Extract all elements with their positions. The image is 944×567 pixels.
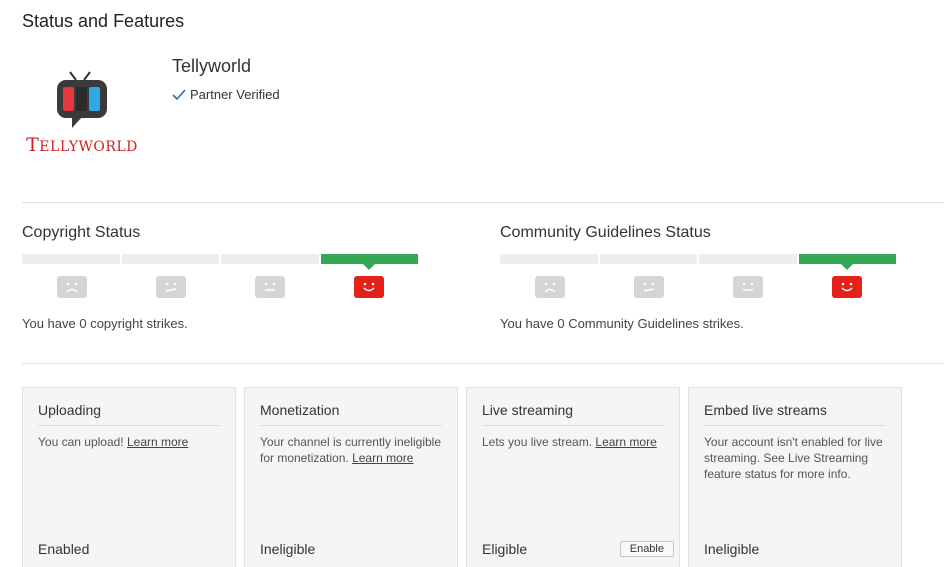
copyright-status-title: Copyright Status — [22, 224, 141, 241]
community-faces — [500, 276, 896, 298]
learn-more-link[interactable]: Learn more — [352, 451, 413, 465]
feature-card-uploading: Uploading You can upload! Learn more Ena… — [22, 387, 236, 567]
feature-card-description: You can upload! Learn more — [38, 434, 220, 450]
feature-card-status: Enabled — [38, 541, 90, 557]
community-status-title: Community Guidelines Status — [500, 224, 711, 241]
uneasy-face-icon — [633, 276, 664, 298]
tv-icon — [57, 71, 107, 128]
feature-card-title: Embed live streams — [704, 388, 886, 426]
strike-segment — [22, 254, 120, 264]
strike-segment-active — [320, 254, 418, 270]
strike-segment-active — [798, 254, 896, 270]
neutral-face-icon — [732, 276, 763, 298]
feature-card-text: Your account isn't enabled for live stre… — [704, 435, 883, 481]
feature-card-text: You can upload! — [38, 435, 124, 449]
sad-face-icon — [534, 276, 565, 298]
feature-card-text: Your channel is currently ineligible for… — [260, 435, 441, 465]
copyright-strike-bar — [22, 254, 418, 270]
feature-card-title: Live streaming — [482, 388, 664, 426]
feature-card-status: Ineligible — [260, 541, 316, 557]
feature-card-status: Eligible — [482, 541, 528, 557]
feature-card-title: Monetization — [260, 388, 442, 426]
learn-more-link[interactable]: Learn more — [127, 435, 188, 449]
feature-card-description: Your account isn't enabled for live stre… — [704, 434, 886, 482]
copyright-status-text: You have 0 copyright strikes. — [22, 316, 188, 331]
channel-logo: TELLYWORLD — [22, 70, 142, 156]
divider — [22, 363, 944, 364]
channel-name: Tellyworld — [172, 56, 252, 76]
feature-card-description: Lets you live stream. Learn more — [482, 434, 664, 450]
divider — [22, 202, 944, 203]
strike-segment — [599, 254, 697, 264]
feature-card-status: Ineligible — [704, 541, 760, 557]
community-status-panel: Community Guidelines Status You have 0 C… — [500, 224, 896, 331]
uneasy-face-icon — [155, 276, 186, 298]
feature-card-embed-live-streams: Embed live streams Your account isn't en… — [688, 387, 902, 567]
enable-button[interactable]: Enable — [619, 541, 674, 557]
strike-segment — [221, 254, 319, 264]
verified-badge: Partner Verified — [172, 87, 280, 102]
happy-face-icon — [831, 276, 862, 298]
page-title: Status and Features — [22, 11, 185, 31]
feature-cards: Uploading You can upload! Learn more Ena… — [22, 387, 902, 567]
community-strike-bar — [500, 254, 896, 270]
sad-face-icon — [56, 276, 87, 298]
strike-segment — [699, 254, 797, 264]
copyright-faces — [22, 276, 418, 298]
check-icon — [172, 88, 186, 100]
feature-card-title: Uploading — [38, 388, 220, 426]
strike-segment — [500, 254, 598, 264]
copyright-status-panel: Copyright Status You have 0 copyright st… — [22, 224, 418, 331]
learn-more-link[interactable]: Learn more — [595, 435, 656, 449]
happy-face-icon — [353, 276, 384, 298]
strike-segment — [121, 254, 219, 264]
feature-card-live-streaming: Live streaming Lets you live stream. Lea… — [466, 387, 680, 567]
logo-wordmark: TELLYWORLD — [26, 134, 138, 156]
community-status-text: You have 0 Community Guidelines strikes. — [500, 316, 744, 331]
feature-card-text: Lets you live stream. — [482, 435, 593, 449]
feature-card-description: Your channel is currently ineligible for… — [260, 434, 442, 466]
neutral-face-icon — [254, 276, 285, 298]
feature-card-monetization: Monetization Your channel is currently i… — [244, 387, 458, 567]
verified-label: Partner Verified — [190, 87, 280, 102]
